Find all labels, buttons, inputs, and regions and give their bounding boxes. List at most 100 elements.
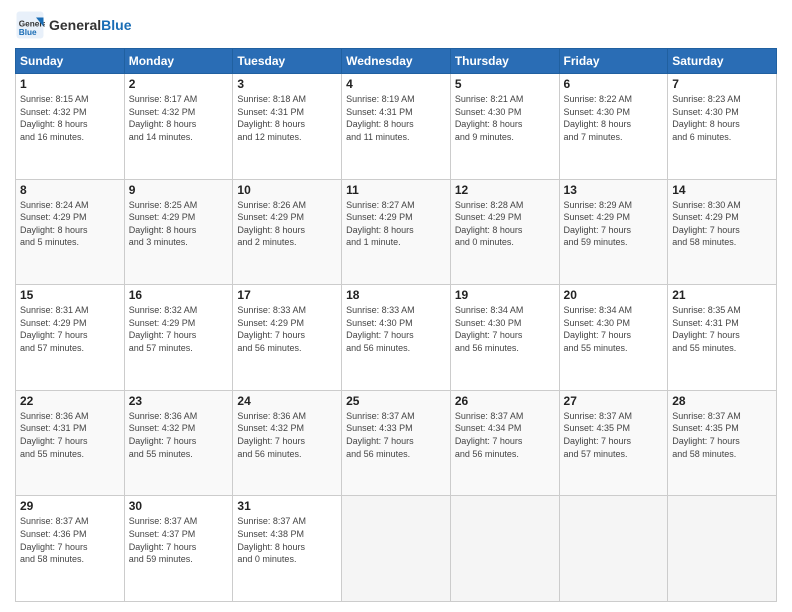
day-detail: Sunrise: 8:36 AMSunset: 4:32 PMDaylight:… (129, 410, 229, 460)
calendar-day-cell: 26Sunrise: 8:37 AMSunset: 4:34 PMDayligh… (450, 390, 559, 496)
weekday-header: Wednesday (342, 49, 451, 74)
weekday-header: Friday (559, 49, 668, 74)
day-number: 25 (346, 394, 446, 408)
day-number: 8 (20, 183, 120, 197)
calendar-day-cell (559, 496, 668, 602)
calendar-day-cell: 20 Sunrise: 8:34 AMSunset: 4:30 PMDayligh… (559, 285, 668, 391)
day-detail: Sunrise: 8:19 AMSunset: 4:31 PMDaylight:… (346, 93, 446, 143)
day-detail: Sunrise: 8:34 AMSunset: 4:30 PMDaylight:… (564, 304, 664, 354)
weekday-header: Thursday (450, 49, 559, 74)
day-number: 6 (564, 77, 664, 91)
day-number: 26 (455, 394, 555, 408)
calendar-day-cell (668, 496, 777, 602)
header: General Blue GeneralBlue (15, 10, 777, 40)
day-number: 22 (20, 394, 120, 408)
calendar-header-row: SundayMondayTuesdayWednesdayThursdayFrid… (16, 49, 777, 74)
calendar-day-cell: 31 Sunrise: 8:37 AMSunset: 4:38 PMDayligh… (233, 496, 342, 602)
calendar-body: 1 Sunrise: 8:15 AMSunset: 4:32 PMDaylight… (16, 74, 777, 602)
day-detail: Sunrise: 8:15 AMSunset: 4:32 PMDaylight:… (20, 93, 120, 143)
calendar-day-cell: 22 Sunrise: 8:36 AMSunset: 4:31 PMDayligh… (16, 390, 125, 496)
day-detail: Sunrise: 8:37 AMSunset: 4:36 PMDaylight:… (20, 515, 120, 565)
calendar-day-cell: 9Sunrise: 8:25 AMSunset: 4:29 PMDaylight… (124, 179, 233, 285)
day-number: 18 (346, 288, 446, 302)
day-number: 19 (455, 288, 555, 302)
calendar-day-cell: 16 Sunrise: 8:32 AMSunset: 4:29 PMDayligh… (124, 285, 233, 391)
calendar-week-row: 29 Sunrise: 8:37 AMSunset: 4:36 PMDayligh… (16, 496, 777, 602)
day-detail: Sunrise: 8:33 AMSunset: 4:30 PMDaylight:… (346, 304, 446, 354)
calendar-day-cell: 30 Sunrise: 8:37 AMSunset: 4:37 PMDayligh… (124, 496, 233, 602)
day-detail: Sunrise: 8:17 AMSunset: 4:32 PMDaylight:… (129, 93, 229, 143)
day-number: 17 (237, 288, 337, 302)
day-number: 30 (129, 499, 229, 513)
day-number: 21 (672, 288, 772, 302)
day-number: 7 (672, 77, 772, 91)
day-detail: Sunrise: 8:26 AMSunset: 4:29 PMDaylight:… (237, 199, 337, 249)
calendar-day-cell: 6 Sunrise: 8:22 AMSunset: 4:30 PMDaylight… (559, 74, 668, 180)
calendar-day-cell: 3 Sunrise: 8:18 AMSunset: 4:31 PMDaylight… (233, 74, 342, 180)
day-detail: Sunrise: 8:36 AMSunset: 4:32 PMDaylight:… (237, 410, 337, 460)
day-number: 16 (129, 288, 229, 302)
svg-text:Blue: Blue (19, 28, 37, 37)
day-number: 14 (672, 183, 772, 197)
day-number: 24 (237, 394, 337, 408)
calendar-day-cell: 23 Sunrise: 8:36 AMSunset: 4:32 PMDayligh… (124, 390, 233, 496)
calendar-day-cell: 19 Sunrise: 8:34 AMSunset: 4:30 PMDayligh… (450, 285, 559, 391)
day-detail: Sunrise: 8:27 AMSunset: 4:29 PMDaylight:… (346, 199, 446, 249)
day-detail: Sunrise: 8:18 AMSunset: 4:31 PMDaylight:… (237, 93, 337, 143)
day-detail: Sunrise: 8:37 AMSunset: 4:33 PMDaylight:… (346, 410, 446, 460)
day-detail: Sunrise: 8:35 AMSunset: 4:31 PMDaylight:… (672, 304, 772, 354)
calendar-day-cell: 29 Sunrise: 8:37 AMSunset: 4:36 PMDayligh… (16, 496, 125, 602)
calendar-day-cell: 21 Sunrise: 8:35 AMSunset: 4:31 PMDayligh… (668, 285, 777, 391)
day-detail: Sunrise: 8:33 AMSunset: 4:29 PMDaylight:… (237, 304, 337, 354)
day-number: 23 (129, 394, 229, 408)
day-detail: Sunrise: 8:36 AMSunset: 4:31 PMDaylight:… (20, 410, 120, 460)
calendar-day-cell: 2 Sunrise: 8:17 AMSunset: 4:32 PMDaylight… (124, 74, 233, 180)
day-detail: Sunrise: 8:32 AMSunset: 4:29 PMDaylight:… (129, 304, 229, 354)
calendar-day-cell: 15 Sunrise: 8:31 AMSunset: 4:29 PMDayligh… (16, 285, 125, 391)
day-detail: Sunrise: 8:34 AMSunset: 4:30 PMDaylight:… (455, 304, 555, 354)
day-number: 3 (237, 77, 337, 91)
calendar-week-row: 8 Sunrise: 8:24 AMSunset: 4:29 PMDaylight… (16, 179, 777, 285)
calendar-table: SundayMondayTuesdayWednesdayThursdayFrid… (15, 48, 777, 602)
weekday-header: Tuesday (233, 49, 342, 74)
calendar-day-cell: 11Sunrise: 8:27 AMSunset: 4:29 PMDayligh… (342, 179, 451, 285)
calendar-day-cell (342, 496, 451, 602)
page: General Blue GeneralBlue SundayMondayTue… (0, 0, 792, 612)
calendar-day-cell: 25 Sunrise: 8:37 AMSunset: 4:33 PMDayligh… (342, 390, 451, 496)
day-detail: Sunrise: 8:29 AMSunset: 4:29 PMDaylight:… (564, 199, 664, 249)
logo-icon: General Blue (15, 10, 45, 40)
day-number: 29 (20, 499, 120, 513)
calendar-day-cell: 18 Sunrise: 8:33 AMSunset: 4:30 PMDayligh… (342, 285, 451, 391)
day-number: 13 (564, 183, 664, 197)
day-detail: Sunrise: 8:31 AMSunset: 4:29 PMDaylight:… (20, 304, 120, 354)
calendar-day-cell: 10 Sunrise: 8:26 AMSunset: 4:29 PMDayligh… (233, 179, 342, 285)
day-number: 15 (20, 288, 120, 302)
day-number: 27 (564, 394, 664, 408)
day-number: 10 (237, 183, 337, 197)
day-detail: Sunrise: 8:24 AMSunset: 4:29 PMDaylight:… (20, 199, 120, 249)
calendar-day-cell: 7Sunrise: 8:23 AMSunset: 4:30 PMDaylight… (668, 74, 777, 180)
day-detail: Sunrise: 8:37 AMSunset: 4:38 PMDaylight:… (237, 515, 337, 565)
calendar-day-cell: 24 Sunrise: 8:36 AMSunset: 4:32 PMDayligh… (233, 390, 342, 496)
weekday-header: Saturday (668, 49, 777, 74)
calendar-week-row: 22 Sunrise: 8:36 AMSunset: 4:31 PMDayligh… (16, 390, 777, 496)
calendar-week-row: 1 Sunrise: 8:15 AMSunset: 4:32 PMDaylight… (16, 74, 777, 180)
day-detail: Sunrise: 8:25 AMSunset: 4:29 PMDaylight:… (129, 199, 229, 249)
calendar-day-cell: 17 Sunrise: 8:33 AMSunset: 4:29 PMDayligh… (233, 285, 342, 391)
day-number: 31 (237, 499, 337, 513)
day-number: 1 (20, 77, 120, 91)
day-number: 2 (129, 77, 229, 91)
weekday-header: Monday (124, 49, 233, 74)
day-detail: Sunrise: 8:30 AMSunset: 4:29 PMDaylight:… (672, 199, 772, 249)
day-detail: Sunrise: 8:22 AMSunset: 4:30 PMDaylight:… (564, 93, 664, 143)
calendar-day-cell: 28Sunrise: 8:37 AMSunset: 4:35 PMDayligh… (668, 390, 777, 496)
day-number: 20 (564, 288, 664, 302)
logo-text: GeneralBlue (49, 17, 131, 33)
day-detail: Sunrise: 8:21 AMSunset: 4:30 PMDaylight:… (455, 93, 555, 143)
calendar-day-cell: 12Sunrise: 8:28 AMSunset: 4:29 PMDayligh… (450, 179, 559, 285)
calendar-day-cell: 27 Sunrise: 8:37 AMSunset: 4:35 PMDayligh… (559, 390, 668, 496)
weekday-header: Sunday (16, 49, 125, 74)
day-detail: Sunrise: 8:37 AMSunset: 4:37 PMDaylight:… (129, 515, 229, 565)
day-detail: Sunrise: 8:37 AMSunset: 4:35 PMDaylight:… (564, 410, 664, 460)
day-number: 5 (455, 77, 555, 91)
